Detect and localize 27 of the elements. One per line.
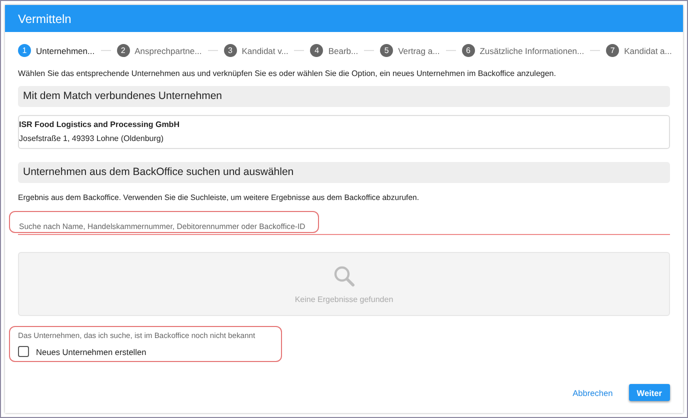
- search-icon: [333, 264, 355, 286]
- step-label[interactable]: Unternehmen...: [36, 46, 95, 56]
- checkbox[interactable]: [18, 346, 29, 357]
- section-heading: Unternehmen aus dem BackOffice suchen und auswählen: [18, 162, 670, 183]
- step-label[interactable]: Kandidat a...: [624, 46, 672, 56]
- step-label[interactable]: Bearb...: [328, 46, 358, 56]
- step-number[interactable]: 1: [18, 44, 31, 57]
- step-number[interactable]: 4: [310, 44, 324, 57]
- intro-text: Wählen Sie das entsprechende Unternehmen aus und verknüpfen Sie es oder wählen Sie die Option, ein neues Unternehmen im Backoffice anzulegen.: [18, 69, 557, 78]
- step-label[interactable]: Vertrag a...: [398, 46, 440, 56]
- new-company-checkbox[interactable]: Neues Unternehmen erstellen: [18, 346, 146, 357]
- next-button[interactable]: Weiter: [628, 384, 670, 401]
- empty-message: Keine Ergebnisse gefunden: [294, 294, 394, 304]
- step-label[interactable]: Zusätzliche Informationen...: [480, 46, 584, 56]
- cancel-button[interactable]: Abbrechen: [564, 384, 621, 401]
- company-address: Josefstraße 1, 49393 Lohne (Oldenburg): [19, 133, 165, 145]
- step-number[interactable]: 3: [224, 44, 237, 57]
- step-number[interactable]: 5: [380, 44, 394, 57]
- section-heading: Mit dem Match verbundenes Unternehmen: [18, 86, 670, 107]
- step-number[interactable]: 2: [116, 44, 130, 57]
- company-name: ISR Food Logistics and Processing GmbH: [19, 119, 180, 131]
- step-number[interactable]: 7: [606, 44, 620, 57]
- dialog-title: Vermitteln: [18, 12, 72, 26]
- step-number[interactable]: 6: [462, 44, 475, 57]
- step-label[interactable]: Kandidat v...: [242, 46, 288, 56]
- step-label[interactable]: Ansprechpartne...: [134, 46, 202, 56]
- company-card[interactable]: ISR Food Logistics and Processing GmbH Josefstraße 1, 49393 Lohne (Oldenburg): [18, 115, 670, 149]
